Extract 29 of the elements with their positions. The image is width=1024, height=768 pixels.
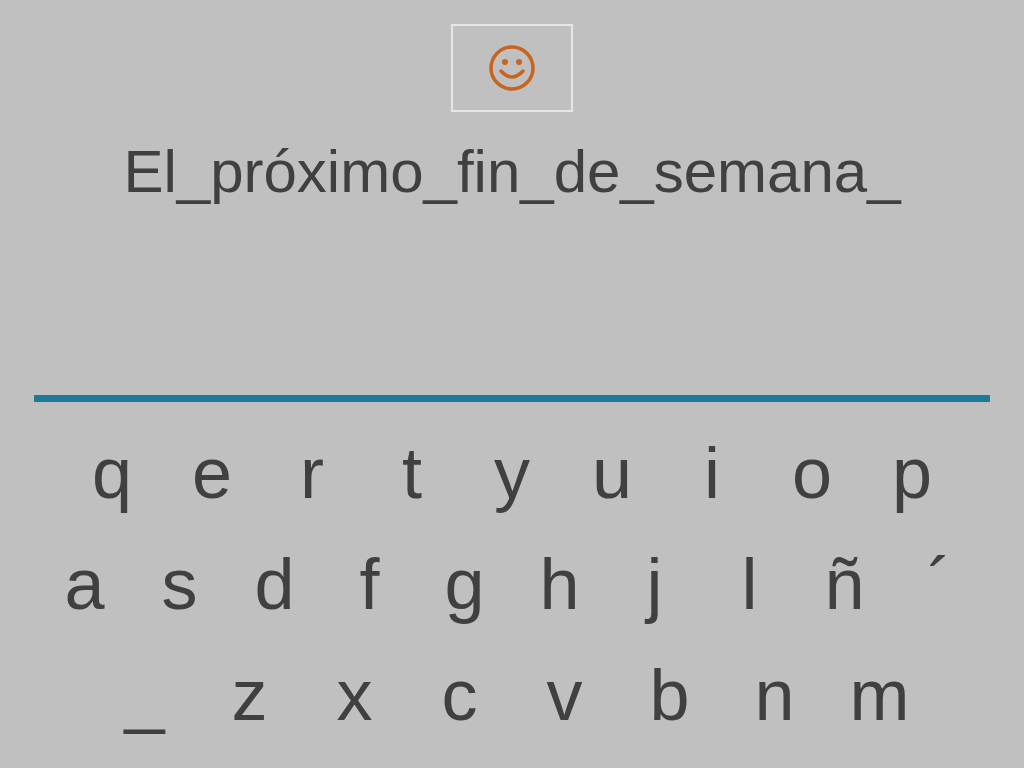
- letter-key[interactable]: u: [562, 422, 662, 523]
- sentence-text: El_próximo_fin_de_semana_: [122, 137, 903, 207]
- letter-key[interactable]: j: [607, 533, 702, 634]
- letter-key[interactable]: h: [512, 533, 607, 634]
- letter-key[interactable]: i: [662, 422, 762, 523]
- letter-key[interactable]: ñ: [797, 533, 892, 634]
- letter-key[interactable]: m: [827, 644, 932, 745]
- letter-key[interactable]: o: [762, 422, 862, 523]
- smiley-icon: [488, 44, 536, 92]
- letter-key[interactable]: f: [322, 533, 417, 634]
- letter-key[interactable]: y: [462, 422, 562, 523]
- letter-key[interactable]: x: [302, 644, 407, 745]
- letter-key[interactable]: _: [92, 644, 197, 745]
- letter-key[interactable]: e: [162, 422, 262, 523]
- letter-key[interactable]: b: [617, 644, 722, 745]
- letter-key[interactable]: r: [262, 422, 362, 523]
- letter-key[interactable]: l: [702, 533, 797, 634]
- letter-key[interactable]: t: [362, 422, 462, 523]
- letter-key[interactable]: d: [227, 533, 322, 634]
- letter-key[interactable]: a: [37, 533, 132, 634]
- letter-key[interactable]: v: [512, 644, 617, 745]
- letter-key[interactable]: z: [197, 644, 302, 745]
- letter-key[interactable]: n: [722, 644, 827, 745]
- letter-key[interactable]: q: [62, 422, 162, 523]
- letter-key[interactable]: ´: [892, 533, 987, 634]
- letter-key[interactable]: p: [862, 422, 962, 523]
- letter-key[interactable]: c: [407, 644, 512, 745]
- letter-key[interactable]: s: [132, 533, 227, 634]
- letter-key[interactable]: g: [417, 533, 512, 634]
